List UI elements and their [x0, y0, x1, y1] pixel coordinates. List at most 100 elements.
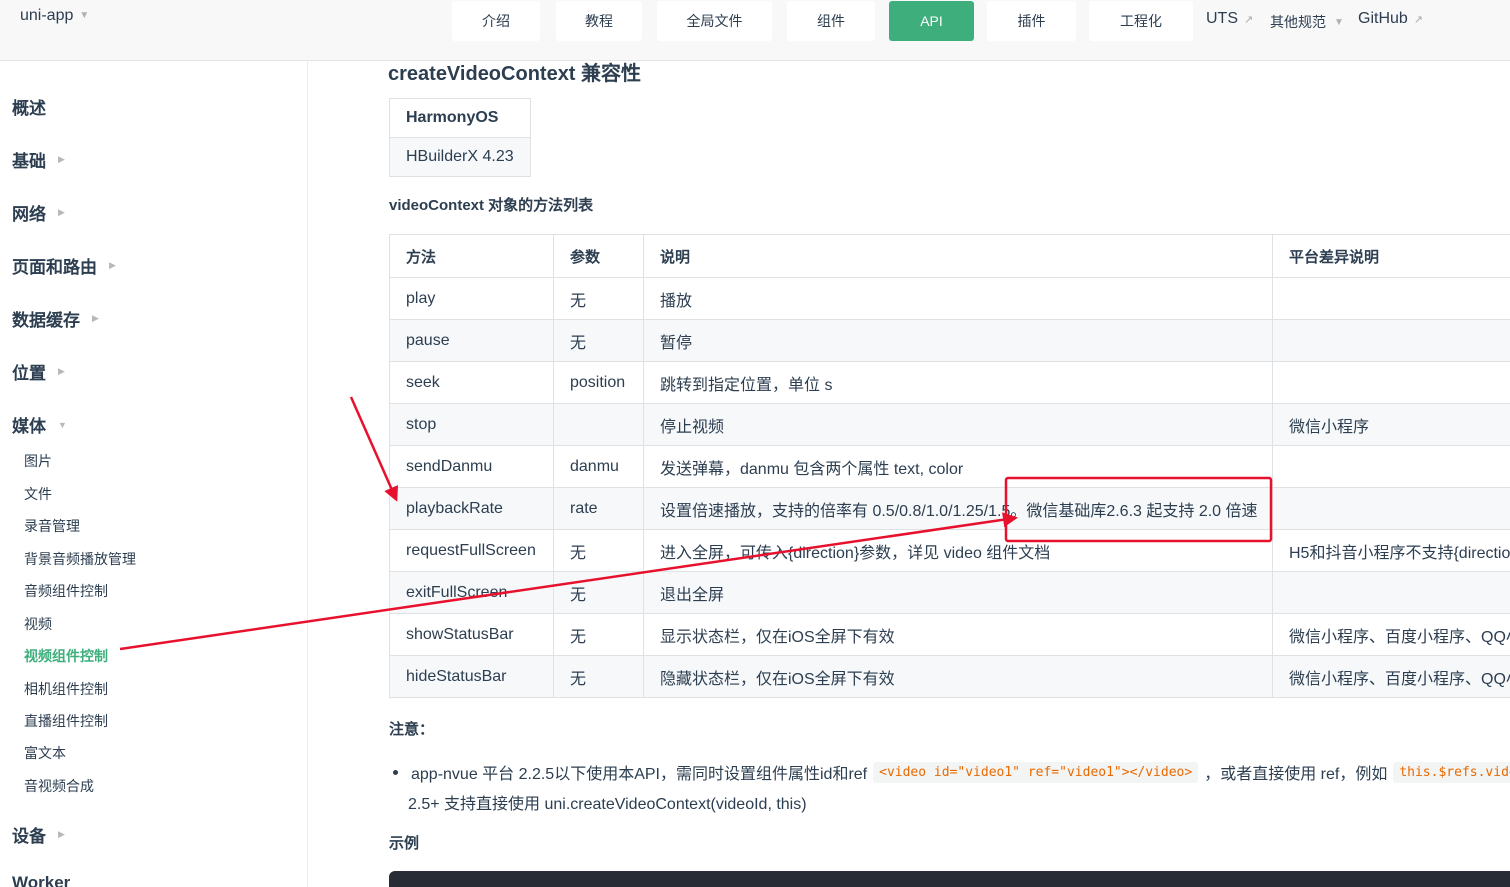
- nav-tab-api[interactable]: API: [889, 1, 974, 41]
- nav-tab-components[interactable]: 组件: [787, 1, 875, 41]
- sidebar-item-background-audio[interactable]: 背景音频播放管理: [24, 549, 136, 569]
- chevron-right-icon: ▶: [92, 313, 99, 323]
- platform-cell: [1272, 487, 1510, 530]
- param-cell: rate: [553, 487, 644, 530]
- sidebar-group-media[interactable]: 媒体 ▼: [12, 412, 67, 437]
- main-content: createVideoContext 兼容性 HarmonyOS HBuilde…: [308, 61, 1510, 887]
- method-cell: showStatusBar: [389, 613, 554, 656]
- platform-cell: [1272, 361, 1510, 404]
- inline-code: this.$refs.video1: [1393, 761, 1510, 783]
- desc-cell: 发送弹幕，danmu 包含两个属性 text, color: [643, 445, 1273, 488]
- desc-cell: 设置倍速播放，支持的倍率有 0.5/0.8/1.0/1.25/1.5。微信基础库…: [643, 487, 1273, 530]
- nav-tab-tutorial[interactable]: 教程: [556, 1, 642, 41]
- nav-tab-plugins[interactable]: 插件: [987, 1, 1076, 41]
- sidebar-group-storage[interactable]: 数据缓存 ▶: [12, 306, 99, 331]
- desc-cell: 退出全屏: [643, 571, 1273, 614]
- nav-tab-engineering[interactable]: 工程化: [1089, 1, 1193, 41]
- sidebar-group-device[interactable]: 设备 ▶: [12, 822, 65, 847]
- chevron-right-icon: ▶: [58, 207, 65, 217]
- sidebar-item-image[interactable]: 图片: [24, 451, 52, 471]
- sidebar-group-label: 基础: [12, 152, 46, 171]
- platform-cell: [1272, 277, 1510, 320]
- desc-cell: 隐藏状态栏，仅在iOS全屏下有效: [643, 655, 1273, 698]
- table-row: requestFullScreen 无进入全屏，可传入{direction}参数，…: [389, 529, 1510, 572]
- sidebar-item-file[interactable]: 文件: [24, 484, 52, 504]
- platform-cell: [1272, 445, 1510, 488]
- sidebar-group-basics[interactable]: 基础 ▶: [12, 147, 65, 172]
- method-cell: stop: [389, 403, 554, 446]
- sidebar-group-network[interactable]: 网络 ▶: [12, 200, 65, 225]
- platform-cell: [1272, 319, 1510, 362]
- platform-cell: 微信小程序、百度小程序、QQ小程序: [1272, 613, 1510, 656]
- example-title: 示例: [389, 835, 420, 852]
- table-row: play 无播放: [389, 277, 1510, 320]
- nav-tab-intro[interactable]: 介绍: [452, 1, 540, 41]
- param-cell: 无: [553, 529, 644, 572]
- nav-tab-label: 工程化: [1120, 13, 1162, 29]
- sidebar-group-label: 页面和路由: [12, 258, 97, 277]
- note-text: 2.5+ 支持直接使用 uni.createVideoContext(video…: [408, 796, 807, 813]
- method-cell: requestFullScreen: [389, 529, 554, 572]
- sidebar-item-av-compose[interactable]: 音视频合成: [24, 776, 94, 796]
- nav-tab-global-files[interactable]: 全局文件: [657, 1, 772, 41]
- column-header: 参数: [553, 234, 644, 278]
- method-cell: pause: [389, 319, 554, 362]
- sidebar-group-overview[interactable]: 概述: [12, 94, 46, 119]
- param-cell: position: [553, 361, 644, 404]
- column-header: 平台差异说明: [1272, 234, 1510, 278]
- method-cell: play: [389, 277, 554, 320]
- brand-dropdown[interactable]: uni-app ▼: [20, 7, 89, 25]
- nav-tab-label: 插件: [1017, 13, 1046, 29]
- nav-link-github[interactable]: GitHub ↗: [1358, 10, 1423, 28]
- nav-link-label: GitHub: [1358, 10, 1408, 27]
- sidebar-item-audio-context[interactable]: 音频组件控制: [24, 581, 108, 601]
- sidebar-group-worker[interactable]: Worker: [12, 873, 70, 887]
- sidebar-item-rich-text[interactable]: 富文本: [24, 743, 66, 763]
- desc-cell: 暂停: [643, 319, 1273, 362]
- nav-dropdown-other-specs[interactable]: 其他规范 ▼: [1270, 12, 1344, 32]
- method-cell: sendDanmu: [389, 445, 554, 488]
- param-cell: [553, 403, 644, 446]
- bullet-dot: [393, 769, 398, 775]
- top-navbar: uni-app ▼ 介绍 教程 全局文件 组件 API 插件 工程化 UTS ↗ 其…: [0, 0, 1510, 61]
- desc-cell: 播放: [643, 277, 1273, 320]
- platform-cell: 微信小程序、百度小程序、QQ小程序: [1272, 655, 1510, 698]
- chevron-right-icon: ▶: [58, 366, 65, 376]
- note-text: ，或者直接使用 ref，例如: [1204, 766, 1388, 783]
- method-cell: hideStatusBar: [389, 655, 554, 698]
- table-row: playbackRate rate 设置倍速播放，支持的倍率有 0.5/0.8/1.…: [389, 487, 1510, 530]
- sidebar: 概述 基础 ▶ 网络 ▶ 页面和路由 ▶ 数据缓存 ▶ 位置 ▶ 媒体 ▼ 图片 文件 录音…: [0, 61, 308, 887]
- sidebar-group-label: 媒体: [12, 417, 46, 436]
- chevron-down-icon: ▼: [1334, 16, 1344, 28]
- nav-tab-label: 组件: [817, 13, 845, 29]
- nav-link-uts[interactable]: UTS ↗: [1206, 10, 1253, 28]
- inline-code: <video id="video1" ref="video1"></video>: [873, 761, 1199, 783]
- compat-value: HBuilderX 4.23: [389, 137, 531, 177]
- nav-tab-label: API: [920, 13, 943, 29]
- sidebar-group-location[interactable]: 位置 ▶: [12, 359, 65, 384]
- platform-cell: [1272, 571, 1510, 614]
- compat-header: HarmonyOS: [389, 98, 531, 138]
- method-cell: exitFullScreen: [389, 571, 554, 614]
- sidebar-group-label: 概述: [12, 99, 46, 118]
- sidebar-item-video-context[interactable]: 视频组件控制: [24, 646, 108, 666]
- external-link-icon: ↗: [1413, 13, 1424, 26]
- sidebar-group-pages-routing[interactable]: 页面和路由 ▶: [12, 253, 116, 278]
- sidebar-item-video[interactable]: 视频: [24, 614, 52, 634]
- sidebar-item-recorder[interactable]: 录音管理: [24, 516, 80, 536]
- nav-tab-label: 全局文件: [686, 13, 743, 29]
- chevron-right-icon: ▶: [58, 829, 65, 839]
- sidebar-item-live-context[interactable]: 直播组件控制: [24, 711, 108, 731]
- platform-cell: H5和抖音小程序不支持{direction}参数: [1272, 529, 1510, 572]
- nav-tab-label: 介绍: [482, 13, 510, 29]
- table-row: showStatusBar 无显示状态栏，仅在iOS全屏下有效 微信小程序、百度小程…: [389, 613, 1510, 656]
- method-cell: playbackRate: [389, 487, 554, 530]
- note-text: app-nvue 平台 2.2.5以下使用本API，需同时设置组件属性id和re…: [411, 766, 868, 783]
- sidebar-item-camera-context[interactable]: 相机组件控制: [24, 679, 108, 699]
- desc-cell: 进入全屏，可传入{direction}参数，详见 video 组件文档: [643, 529, 1273, 572]
- table-row: sendDanmu danmu 发送弹幕，danmu 包含两个属性 text, co…: [389, 445, 1510, 488]
- table-row: seek position 跳转到指定位置，单位 s: [389, 361, 1510, 404]
- brand-label: uni-app: [20, 7, 74, 24]
- chevron-down-icon: ▼: [58, 419, 67, 430]
- desc-cell: 跳转到指定位置，单位 s: [643, 361, 1273, 404]
